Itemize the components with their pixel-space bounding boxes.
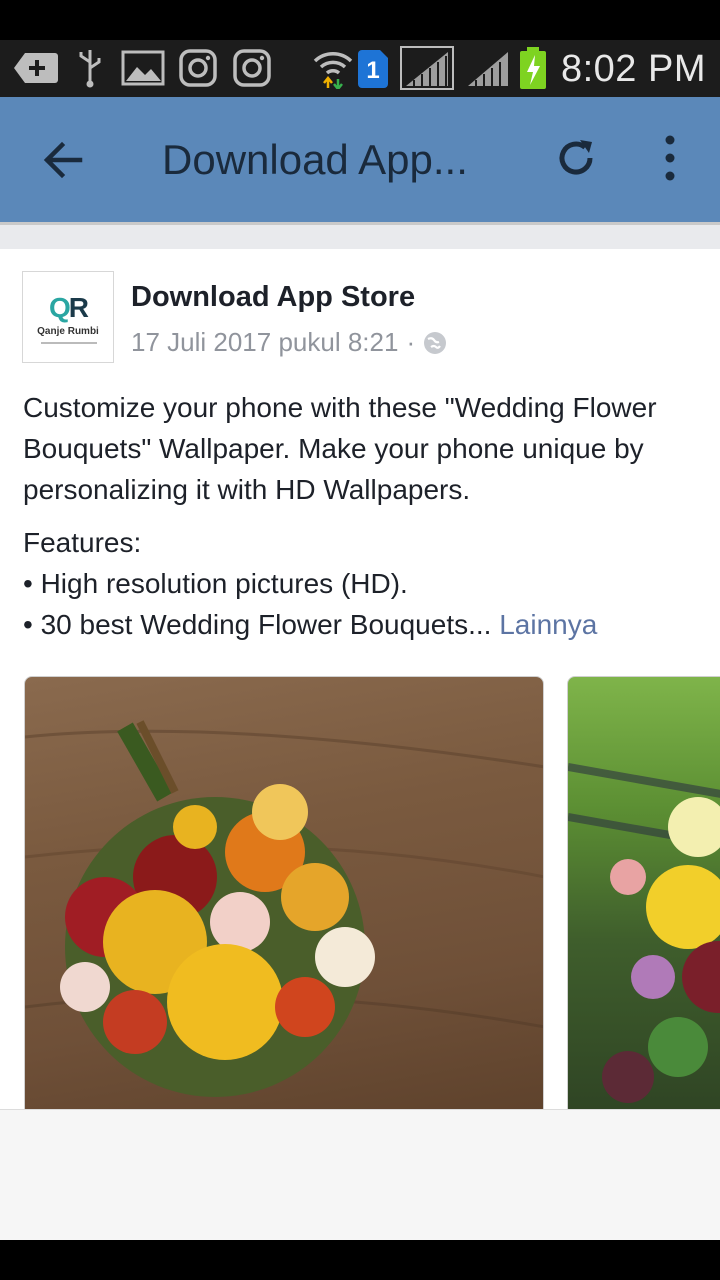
features-heading: Features: — [23, 527, 142, 558]
svg-text:1: 1 — [366, 57, 379, 84]
meta-separator: · — [406, 327, 416, 357]
signal-icon — [466, 46, 510, 90]
post-photo-bouquet[interactable] — [24, 676, 544, 1109]
status-time: 8:02 PM — [560, 48, 706, 90]
post-features: Features: • High resolution pictures (HD… — [23, 522, 713, 645]
top-black-band — [0, 0, 720, 40]
usb-icon — [72, 46, 108, 90]
bottom-area — [0, 1109, 720, 1240]
image-icon — [120, 46, 166, 90]
bottom-black-band — [0, 1240, 720, 1280]
globe-icon — [423, 331, 447, 355]
sim-1-icon: 1 — [356, 46, 390, 90]
avatar-brand-text: Qanje Rumbi — [37, 326, 99, 337]
page-title: Download App... — [162, 136, 468, 183]
feature-item-last: • 30 best Wedding Flower Bouquets... Lai… — [23, 609, 598, 640]
app-bar: Download App... — [0, 97, 720, 222]
status-bar: 1 8:02 PM — [0, 40, 720, 97]
avatar-logo: QR — [49, 292, 89, 323]
flower-bouquet-image — [25, 720, 543, 1097]
post-body: Customize your phone with these "Wedding… — [23, 392, 657, 505]
flower-arrangement-image — [568, 763, 720, 1103]
post-card: QR Qanje Rumbi Download App Store 17 Jul… — [0, 249, 720, 1109]
more-options-button[interactable] — [650, 131, 690, 185]
post-meta: 17 Juli 2017 pukul 8:21 · — [131, 327, 447, 358]
page-name-link[interactable]: Download App Store — [131, 281, 415, 314]
avatar-tagline — [41, 342, 97, 344]
feed-gap — [0, 225, 720, 249]
feature-item: • High resolution pictures (HD). — [23, 568, 408, 599]
more-vertical-icon — [665, 135, 675, 181]
back-button[interactable] — [38, 135, 88, 185]
page-avatar[interactable]: QR Qanje Rumbi — [22, 271, 114, 363]
refresh-button[interactable] — [552, 131, 602, 185]
add-notification-icon — [12, 46, 60, 90]
see-more-link[interactable]: Lainnya — [499, 609, 597, 640]
post-photo-bouquet-2[interactable] — [567, 676, 720, 1109]
phone-screen: 1 8:02 PM Download App... QR Qanje Rumbi — [0, 0, 720, 1280]
arrow-left-icon — [43, 141, 83, 179]
refresh-icon — [559, 140, 593, 175]
wifi-icon — [312, 46, 354, 90]
signal-icon — [400, 46, 454, 90]
instagram-icon — [232, 46, 272, 90]
instagram-icon — [178, 46, 218, 90]
battery-charging-icon — [516, 46, 550, 90]
post-timestamp[interactable]: 17 Juli 2017 pukul 8:21 — [131, 327, 398, 358]
